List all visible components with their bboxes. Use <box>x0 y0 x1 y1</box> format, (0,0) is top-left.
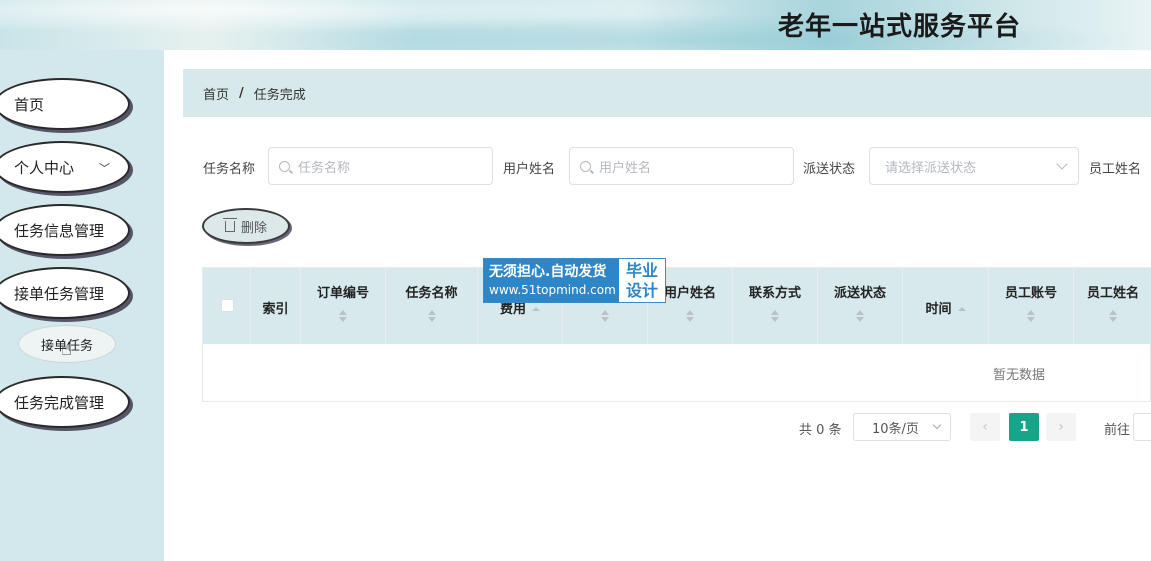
breadcrumb-separator: / <box>239 85 244 101</box>
page-size-value: 10条/页 <box>872 421 919 437</box>
column-header-contact[interactable]: 联系方式 <box>733 268 818 344</box>
goto-page-input[interactable] <box>1133 413 1151 441</box>
sidebar-item-label: 任务完成管理 <box>14 393 105 412</box>
app-title: 老年一站式服务平台 <box>778 12 1022 42</box>
empty-state: 暂无数据 <box>203 344 1151 402</box>
sort-icon[interactable] <box>1109 310 1117 322</box>
sidebar-item-task-info[interactable]: 任务信息管理 <box>0 204 130 256</box>
sidebar-item-home[interactable]: 首页 <box>0 78 130 130</box>
dispatch-status-label: 派送状态 <box>803 162 856 177</box>
watermark-line1: 无须担心.自动发货 <box>489 264 607 280</box>
top-header: 老年一站式服务平台 <box>0 0 1151 50</box>
task-name-input[interactable]: 任务名称 <box>268 147 493 185</box>
dispatch-status-placeholder: 请选择派送状态 <box>885 160 977 176</box>
select-all-checkbox[interactable] <box>221 299 234 312</box>
sidebar-item-label: 接单任务管理 <box>14 284 105 303</box>
chevron-left-icon: ‹ <box>982 419 988 435</box>
column-header-index: 索引 <box>251 268 301 344</box>
main-content: 首页 / 任务完成 任务名称 任务名称 用户姓名 用户姓名 派送状态 请选择派送… <box>183 69 1151 561</box>
sort-icon[interactable] <box>771 310 779 322</box>
data-table: 索引 订单编号 任务名称 费用 用户姓名 联系方式 派送状态 时间 员工账号 员… <box>202 267 1151 402</box>
watermark-banner: 无须担心.自动发货 www.51topmind.com 毕业 设计 <box>483 258 666 303</box>
chevron-down-icon: ﹀ <box>99 162 110 175</box>
column-select <box>203 268 251 344</box>
watermark-side-top: 毕业 <box>625 260 658 280</box>
sort-icon[interactable] <box>427 310 436 322</box>
sort-icon[interactable] <box>601 310 609 322</box>
dispatch-status-select[interactable]: 请选择派送状态 <box>869 147 1079 185</box>
sort-icon[interactable] <box>856 310 864 322</box>
next-page-button[interactable]: › <box>1046 413 1076 441</box>
page-1-button[interactable]: 1 <box>1009 413 1039 441</box>
column-header-time[interactable]: 时间 <box>903 268 989 344</box>
sort-icon[interactable] <box>532 307 540 311</box>
task-name-placeholder: 任务名称 <box>298 160 351 176</box>
chevron-down-icon <box>932 420 942 430</box>
column-header-task-name[interactable]: 任务名称 <box>386 268 478 344</box>
sidebar-item-personal-center[interactable]: 个人中心 ﹀ <box>0 141 130 193</box>
column-header-dispatch-status[interactable]: 派送状态 <box>818 268 903 344</box>
sort-icon[interactable] <box>686 310 694 322</box>
delete-button[interactable]: 删除 <box>202 208 290 244</box>
trash-icon <box>222 217 237 232</box>
watermark-right: 毕业 设计 <box>619 259 665 302</box>
table-header: 索引 订单编号 任务名称 费用 用户姓名 联系方式 派送状态 时间 员工账号 员… <box>203 268 1151 344</box>
chevron-right-icon: › <box>1058 419 1064 435</box>
sidebar-item-label: 个人中心 <box>14 158 75 177</box>
task-name-label: 任务名称 <box>203 162 256 177</box>
user-name-placeholder: 用户姓名 <box>599 160 652 176</box>
watermark-left: 无须担心.自动发货 www.51topmind.com <box>484 259 619 302</box>
user-name-input[interactable]: 用户姓名 <box>569 147 794 185</box>
breadcrumb-home[interactable]: 首页 <box>203 84 229 103</box>
sort-icon[interactable] <box>339 310 347 322</box>
staff-name-label: 员工姓名 <box>1089 162 1142 177</box>
goto-label: 前往 <box>1104 423 1131 438</box>
sort-icon[interactable] <box>1027 310 1035 322</box>
chevron-down-icon <box>1056 158 1068 170</box>
sidebar-item-label: 任务信息管理 <box>14 221 105 240</box>
hand-cursor-icon: ☝ <box>61 339 72 360</box>
page-size-select[interactable]: 10条/页 <box>853 413 951 441</box>
sidebar-item-accept-task[interactable]: 接单任务管理 <box>0 267 130 319</box>
empty-text: 暂无数据 <box>992 367 1045 383</box>
sidebar-item-task-complete[interactable]: 任务完成管理 <box>0 376 130 428</box>
search-icon <box>580 160 591 172</box>
page-number: 1 <box>1019 419 1029 435</box>
delete-button-label: 删除 <box>240 220 267 236</box>
search-icon <box>279 160 290 172</box>
prev-page-button[interactable]: ‹ <box>970 413 1000 441</box>
column-header-staff-name[interactable]: 员工姓名 <box>1074 268 1151 344</box>
sidebar-item-label: 首页 <box>14 95 45 114</box>
column-header-order-no[interactable]: 订单编号 <box>301 268 386 344</box>
pagination-total: 共 0 条 <box>799 423 842 438</box>
sidebar: 首页 个人中心 ﹀ 任务信息管理 接单任务管理 接单任务 任务完成管理 <box>0 50 164 561</box>
column-header-staff-account[interactable]: 员工账号 <box>989 268 1074 344</box>
sort-icon[interactable] <box>957 307 966 311</box>
breadcrumb: 首页 / 任务完成 <box>183 69 1151 117</box>
watermark-line2: www.51topmind.com <box>489 283 616 297</box>
user-name-label: 用户姓名 <box>503 162 556 177</box>
breadcrumb-current: 任务完成 <box>253 87 306 103</box>
watermark-side-bottom: 设计 <box>625 280 658 300</box>
